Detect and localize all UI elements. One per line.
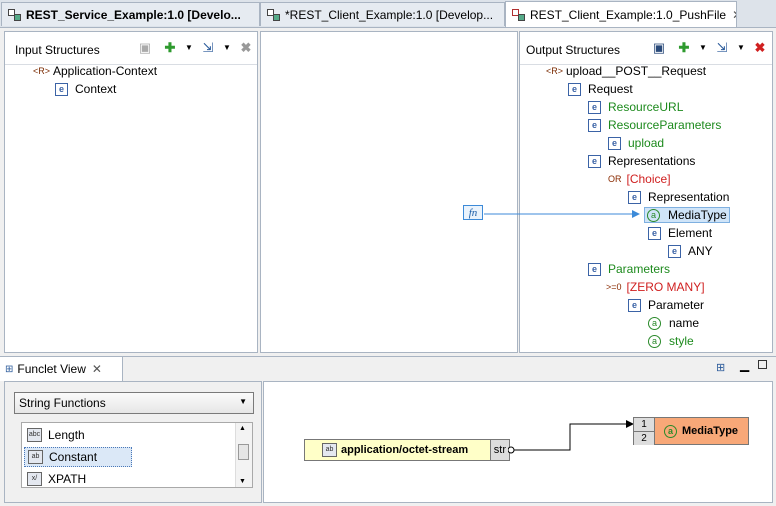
funclet-icon: ⊞ [5, 363, 14, 375]
tree-node-resourceparameters[interactable]: e ResourceParameters [588, 116, 721, 134]
tree-node-name[interactable]: a name [648, 314, 699, 332]
function-palette-panel: String Functions ▼ abc Length ab Constan… [4, 381, 262, 503]
element-icon: e [588, 100, 601, 114]
repeat-icon: >=0 [606, 282, 622, 292]
tab-rest-client-pushfile[interactable]: REST_Client_Example:1.0_PushFile ✕ [505, 1, 737, 27]
chevron-down-icon: ▼ [239, 397, 247, 406]
tree-node-any[interactable]: e ANY [668, 242, 713, 260]
tree-node-choice[interactable]: OR [Choice] [608, 170, 671, 188]
minimize-icon[interactable]: ▁ [740, 358, 749, 372]
chevron-down-icon[interactable]: ▼ [182, 41, 196, 55]
editor-tab-bar: REST_Service_Example:1.0 [Develo... *RES… [0, 0, 776, 28]
constant-node[interactable]: ab application/octet-stream str [304, 439, 510, 461]
function-item-constant[interactable]: ab Constant [24, 447, 132, 467]
constant-function-icon: ab [28, 450, 43, 464]
import-icon[interactable]: ⇲ [201, 41, 215, 55]
target-port-1[interactable]: 1 [634, 418, 654, 432]
tree-node-mediatype[interactable]: a MediaType [644, 206, 730, 224]
tree-node-style[interactable]: a style [648, 332, 694, 350]
function-item-length[interactable]: abc Length [24, 425, 132, 445]
tree-node-representation[interactable]: e Representation [628, 188, 729, 206]
tree-node-application-context[interactable]: <R> Application-Context [33, 62, 157, 80]
output-structures-pane: Output Structures ▣ ✚ ▼ ⇲ ▼ ✖ <R> upload… [519, 31, 773, 353]
delete-icon[interactable]: ✖ [753, 41, 767, 55]
tree-node-request[interactable]: e Request [568, 80, 633, 98]
import-icon[interactable]: ⇲ [715, 41, 729, 55]
tree-node-upload-post-request[interactable]: <R> upload__POST__Request [546, 62, 706, 80]
target-port-2[interactable]: 2 [634, 432, 654, 445]
tab-rest-client-example[interactable]: *REST_Client_Example:1.0 [Develop... [260, 2, 505, 26]
element-icon: e [668, 244, 681, 258]
close-tab-icon[interactable]: ✕ [92, 362, 102, 376]
tree-node-representations[interactable]: e Representations [588, 152, 695, 170]
function-item-xpath[interactable]: x/ XPATH [24, 469, 132, 489]
element-icon: e [588, 154, 601, 168]
element-icon: e [628, 298, 641, 312]
constant-output-port[interactable]: str [489, 440, 509, 460]
xpath-function-icon: x/ [27, 472, 42, 486]
delete-icon[interactable]: ✖ [239, 41, 253, 55]
input-structures-pane: Input Structures ▣ ✚ ▼ ⇲ ▼ ✖ <R> Applica… [4, 31, 258, 353]
choice-icon: OR [608, 174, 622, 184]
attribute-icon: a [648, 316, 661, 330]
chevron-up-icon[interactable]: ▲ [239, 425, 246, 432]
close-tab-icon[interactable]: ✕ [732, 8, 736, 22]
element-icon: e [55, 82, 68, 96]
chevron-down-icon[interactable]: ▼ [239, 478, 246, 485]
mapping-pane [260, 31, 518, 353]
root-icon: <R> [33, 66, 51, 76]
function-list: abc Length ab Constant x/ XPATH ▲ ▼ [21, 422, 253, 488]
element-icon: e [608, 136, 621, 150]
mapping-editor-icon [512, 8, 526, 21]
function-list-scrollbar[interactable]: ▲ ▼ [235, 423, 252, 487]
chevron-down-icon[interactable]: ▼ [696, 41, 710, 55]
tree-node-element[interactable]: e Element [648, 224, 712, 242]
mapping-link [484, 210, 640, 218]
tab-rest-service-example[interactable]: REST_Service_Example:1.0 [Develo... [1, 2, 260, 26]
funclet-canvas: ab application/octet-stream str 1 2 a Me… [263, 381, 773, 503]
mapping-editor-icon [8, 8, 22, 21]
add-icon[interactable]: ✚ [163, 41, 177, 55]
mapping-editor-icon [267, 8, 281, 21]
save-icon[interactable]: ▣ [652, 41, 666, 55]
attribute-icon: a [648, 334, 661, 348]
tree-node-context[interactable]: e Context [55, 80, 116, 98]
funclet-toolbar-icon[interactable]: ⊞ [716, 361, 725, 374]
function-node-icon[interactable]: fn [463, 205, 483, 220]
chevron-down-icon[interactable]: ▼ [220, 41, 234, 55]
maximize-icon[interactable] [758, 360, 767, 369]
funclet-view-header: ⊞ Funclet View ✕ ⊞ ▁ [0, 356, 776, 381]
add-icon[interactable]: ✚ [677, 41, 691, 55]
length-function-icon: abc [27, 428, 42, 442]
tree-node-resourceurl[interactable]: e ResourceURL [588, 98, 683, 116]
save-icon[interactable]: ▣ [138, 41, 152, 55]
element-icon: e [588, 118, 601, 132]
element-icon: e [568, 82, 581, 96]
attribute-icon: a [647, 208, 660, 222]
element-icon: e [588, 262, 601, 276]
tree-node-parameters[interactable]: e Parameters [588, 260, 670, 278]
attribute-icon: a [664, 424, 677, 438]
root-icon: <R> [546, 66, 564, 76]
chevron-down-icon[interactable]: ▼ [734, 41, 748, 55]
tree-node-upload[interactable]: e upload [608, 134, 664, 152]
scrollbar-thumb[interactable] [238, 444, 249, 460]
element-icon: e [648, 226, 661, 240]
input-structures-title: Input Structures [15, 43, 100, 57]
output-structures-title: Output Structures [526, 43, 621, 57]
function-category-select[interactable]: String Functions ▼ [14, 392, 254, 414]
tab-funclet-view[interactable]: ⊞ Funclet View ✕ [0, 357, 123, 381]
tree-node-parameter[interactable]: e Parameter [628, 296, 704, 314]
funclet-connector [508, 420, 634, 454]
constant-function-icon: ab [322, 443, 337, 457]
tree-node-zero-many[interactable]: >=0 [ZERO MANY] [606, 278, 705, 296]
target-node-mediatype[interactable]: 1 2 a MediaType [633, 417, 749, 445]
